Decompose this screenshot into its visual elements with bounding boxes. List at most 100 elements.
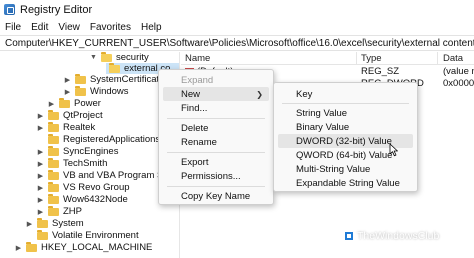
folder-icon [48, 169, 59, 180]
tree-item-power[interactable]: ▶ Power [48, 97, 101, 109]
tree-item-volatile-environment[interactable]: Volatile Environment [37, 229, 139, 241]
chevron-right-icon[interactable]: ▶ [37, 196, 44, 204]
menu-item-label: New [181, 88, 201, 100]
column-header-data[interactable]: Data [443, 52, 474, 64]
value-data: (value no [443, 66, 474, 77]
chevron-right-icon[interactable]: ▶ [15, 244, 22, 252]
key-tree: ▼ security external co... ▶ SystemCertif… [0, 52, 180, 258]
chevron-right-icon[interactable]: ▶ [37, 124, 44, 132]
submenu-item-expandable-string-value[interactable]: Expandable String Value [278, 176, 413, 190]
chevron-right-icon[interactable]: ▶ [37, 112, 44, 120]
tree-item-label: TechSmith [63, 158, 108, 169]
header-divider [181, 64, 474, 65]
mouse-pointer-icon [389, 143, 398, 157]
folder-icon [48, 109, 59, 120]
tree-item-label: VS Revo Group [63, 182, 130, 193]
tree-item-syncengines[interactable]: ▶ SyncEngines [37, 145, 119, 157]
chevron-down-icon[interactable]: ▼ [90, 54, 97, 61]
menu-item-expand[interactable]: Expand [163, 73, 269, 87]
tree-item-label: QtProject [63, 110, 103, 121]
menu-separator [167, 186, 265, 187]
tree-item-system[interactable]: ▶ System [26, 217, 84, 229]
column-header-type[interactable]: Type [361, 52, 431, 64]
tree-item-hklm[interactable]: ▶ HKEY_LOCAL_MACHINE [15, 241, 152, 253]
menu-separator [167, 152, 265, 153]
chevron-right-icon[interactable]: ▶ [48, 100, 55, 108]
chevron-right-icon[interactable]: ▶ [64, 88, 71, 96]
submenu-item-multi-string-value[interactable]: Multi-String Value [278, 162, 413, 176]
windows-club-logo-icon [344, 231, 354, 241]
value-type: REG_SZ [361, 66, 400, 77]
folder-icon [48, 193, 59, 204]
column-header-name[interactable]: Name [185, 52, 305, 64]
tree-item-security[interactable]: ▼ security [90, 52, 149, 63]
tree-item-systemcertificates[interactable]: ▶ SystemCertificates [64, 73, 169, 85]
chevron-right-icon[interactable]: ▶ [64, 76, 71, 84]
menu-file[interactable]: File [0, 22, 26, 33]
tree-item-label: security [116, 52, 149, 63]
menu-item-find[interactable]: Find... [163, 101, 269, 115]
tree-item-label: Realtek [63, 122, 96, 133]
menu-favorites[interactable]: Favorites [85, 22, 136, 33]
menu-item-export[interactable]: Export [163, 155, 269, 169]
address-bar[interactable]: Computer\HKEY_CURRENT_USER\Software\Poli… [0, 35, 474, 51]
folder-icon [37, 217, 48, 228]
tree-item-label: RegisteredApplications [63, 134, 161, 145]
tree-item-label: SyncEngines [63, 146, 119, 157]
tree-item-label: Windows [90, 86, 129, 97]
chevron-right-icon[interactable]: ▶ [37, 184, 44, 192]
folder-icon [48, 133, 59, 144]
folder-icon [48, 145, 59, 156]
menu-help[interactable]: Help [136, 22, 167, 33]
folder-icon [109, 62, 120, 73]
folder-icon [101, 52, 112, 62]
menu-item-copy-key-name[interactable]: Copy Key Name [163, 189, 269, 203]
tree-item-label: ZHP [63, 206, 82, 217]
menu-item-permissions[interactable]: Permissions... [163, 169, 269, 183]
menu-edit[interactable]: Edit [26, 22, 53, 33]
submenu-item-key[interactable]: Key [278, 87, 413, 101]
tree-item-techsmith[interactable]: ▶ TechSmith [37, 157, 108, 169]
watermark: TheWindowsClub [344, 229, 439, 243]
tree-item-label: Volatile Environment [52, 230, 139, 241]
folder-icon [48, 181, 59, 192]
submenu-item-binary-value[interactable]: Binary Value [278, 120, 413, 134]
tree-item-windows[interactable]: ▶ Windows [64, 85, 129, 97]
chevron-right-icon[interactable]: ▶ [37, 160, 44, 168]
menu-item-rename[interactable]: Rename [163, 135, 269, 149]
tree-item-registeredapplications[interactable]: RegisteredApplications [48, 133, 161, 145]
folder-icon [48, 157, 59, 168]
title-bar: Registry Editor [0, 0, 474, 19]
registry-editor-icon [4, 4, 15, 15]
menu-separator [282, 103, 409, 104]
chevron-right-icon: ❯ [256, 89, 263, 99]
column-divider[interactable] [356, 52, 357, 64]
menu-separator [167, 118, 265, 119]
value-data: 0x00000001 [443, 78, 474, 89]
chevron-right-icon[interactable]: ▶ [37, 208, 44, 216]
chevron-right-icon[interactable]: ▶ [26, 220, 33, 228]
tree-item-label: System [52, 218, 84, 229]
folder-icon [48, 121, 59, 132]
tree-item-zhp[interactable]: ▶ ZHP [37, 205, 82, 217]
menu-view[interactable]: View [53, 22, 85, 33]
tree-item-vs-revo-group[interactable]: ▶ VS Revo Group [37, 181, 130, 193]
submenu-item-string-value[interactable]: String Value [278, 106, 413, 120]
window-title: Registry Editor [20, 3, 93, 16]
folder-icon [48, 205, 59, 216]
menu-item-new[interactable]: New ❯ [163, 87, 269, 101]
column-divider[interactable] [437, 52, 438, 64]
context-menu: Expand New ❯ Find... Delete Rename Expor… [158, 69, 274, 205]
tree-item-qtproject[interactable]: ▶ QtProject [37, 109, 103, 121]
folder-icon [26, 241, 37, 252]
menu-item-delete[interactable]: Delete [163, 121, 269, 135]
tree-item-realtek[interactable]: ▶ Realtek [37, 121, 96, 133]
tree-item-wow6432node[interactable]: ▶ Wow6432Node [37, 193, 128, 205]
chevron-right-icon[interactable]: ▶ [37, 172, 44, 180]
tree-item-label: Power [74, 98, 101, 109]
folder-icon [75, 85, 86, 96]
folder-icon [59, 97, 70, 108]
tree-item-label: Wow6432Node [63, 194, 128, 205]
new-submenu: Key String Value Binary Value DWORD (32-… [273, 82, 418, 192]
chevron-right-icon[interactable]: ▶ [37, 148, 44, 156]
